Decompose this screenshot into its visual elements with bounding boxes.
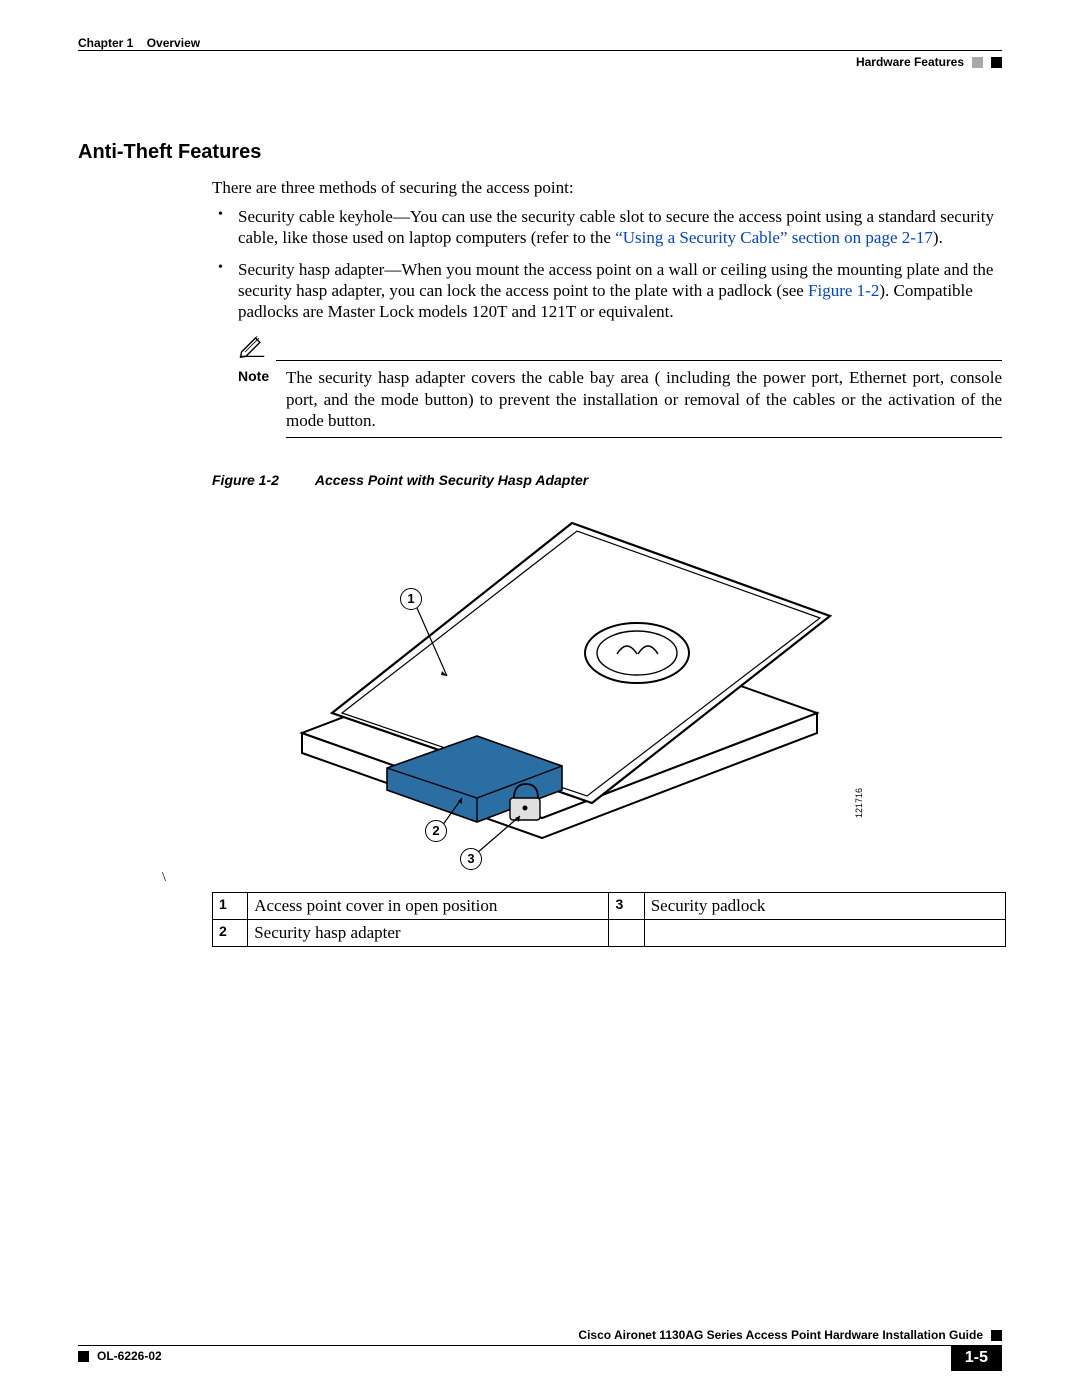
legend-empty bbox=[609, 920, 644, 947]
note-text: The security hasp adapter covers the cab… bbox=[286, 367, 1002, 431]
footer-doc-id: OL-6226-02 bbox=[97, 1349, 162, 1363]
note-block: Note The security hasp adapter covers th… bbox=[238, 332, 1002, 438]
bullet-item: Security cable keyhole—You can use the s… bbox=[212, 206, 1002, 249]
legend-empty bbox=[644, 920, 1005, 947]
legend-text: Access point cover in open position bbox=[248, 893, 609, 920]
callout-2: 2 bbox=[425, 820, 447, 842]
header-square-icon bbox=[991, 57, 1002, 68]
bullet-item: Security hasp adapter—When you mount the… bbox=[212, 259, 1002, 323]
figure-legend-table: 1 Access point cover in open position 3 … bbox=[212, 892, 1006, 947]
figure-caption: Figure 1-2 Access Point with Security Has… bbox=[212, 472, 1002, 488]
note-label: Note bbox=[238, 367, 276, 431]
bullet-list: Security cable keyhole—You can use the s… bbox=[212, 206, 1002, 322]
footer-square-icon bbox=[78, 1351, 89, 1362]
note-pencil-icon bbox=[238, 332, 266, 363]
legend-text: Security hasp adapter bbox=[248, 920, 609, 947]
intro-text: There are three methods of securing the … bbox=[212, 178, 1002, 198]
legend-num: 2 bbox=[213, 920, 248, 947]
figure-number: Figure 1-2 bbox=[212, 472, 279, 488]
header-square-icon bbox=[972, 57, 983, 68]
callout-1: 1 bbox=[400, 588, 422, 610]
header-chapter-title: Overview bbox=[147, 36, 200, 50]
figure-title: Access Point with Security Hasp Adapter bbox=[315, 472, 588, 488]
link-security-cable[interactable]: “Using a Security Cable” section on page… bbox=[615, 228, 933, 247]
figure-illustration: 1 2 3 121716 bbox=[242, 498, 1002, 878]
legend-num: 1 bbox=[213, 893, 248, 920]
header-chapter: Chapter 1 bbox=[78, 36, 133, 50]
link-figure-ref[interactable]: Figure 1-2 bbox=[808, 281, 879, 300]
page-footer: Cisco Aironet 1130AG Series Access Point… bbox=[78, 1328, 1002, 1363]
callout-3: 3 bbox=[460, 848, 482, 870]
section-heading: Anti-Theft Features bbox=[78, 141, 1002, 164]
legend-text: Security padlock bbox=[644, 893, 1005, 920]
header-section: Hardware Features bbox=[856, 55, 964, 69]
footer-square-icon bbox=[991, 1330, 1002, 1341]
figure-id: 121716 bbox=[854, 788, 864, 818]
page-number: 1-5 bbox=[951, 1345, 1002, 1371]
table-row: 1 Access point cover in open position 3 … bbox=[213, 893, 1006, 920]
access-point-drawing bbox=[242, 498, 902, 868]
bullet-text: ). bbox=[933, 228, 943, 247]
table-row: 2 Security hasp adapter bbox=[213, 920, 1006, 947]
page-header: Chapter 1 Overview Hardware Features bbox=[78, 36, 1002, 69]
footer-guide-title: Cisco Aironet 1130AG Series Access Point… bbox=[578, 1328, 983, 1342]
legend-num: 3 bbox=[609, 893, 644, 920]
